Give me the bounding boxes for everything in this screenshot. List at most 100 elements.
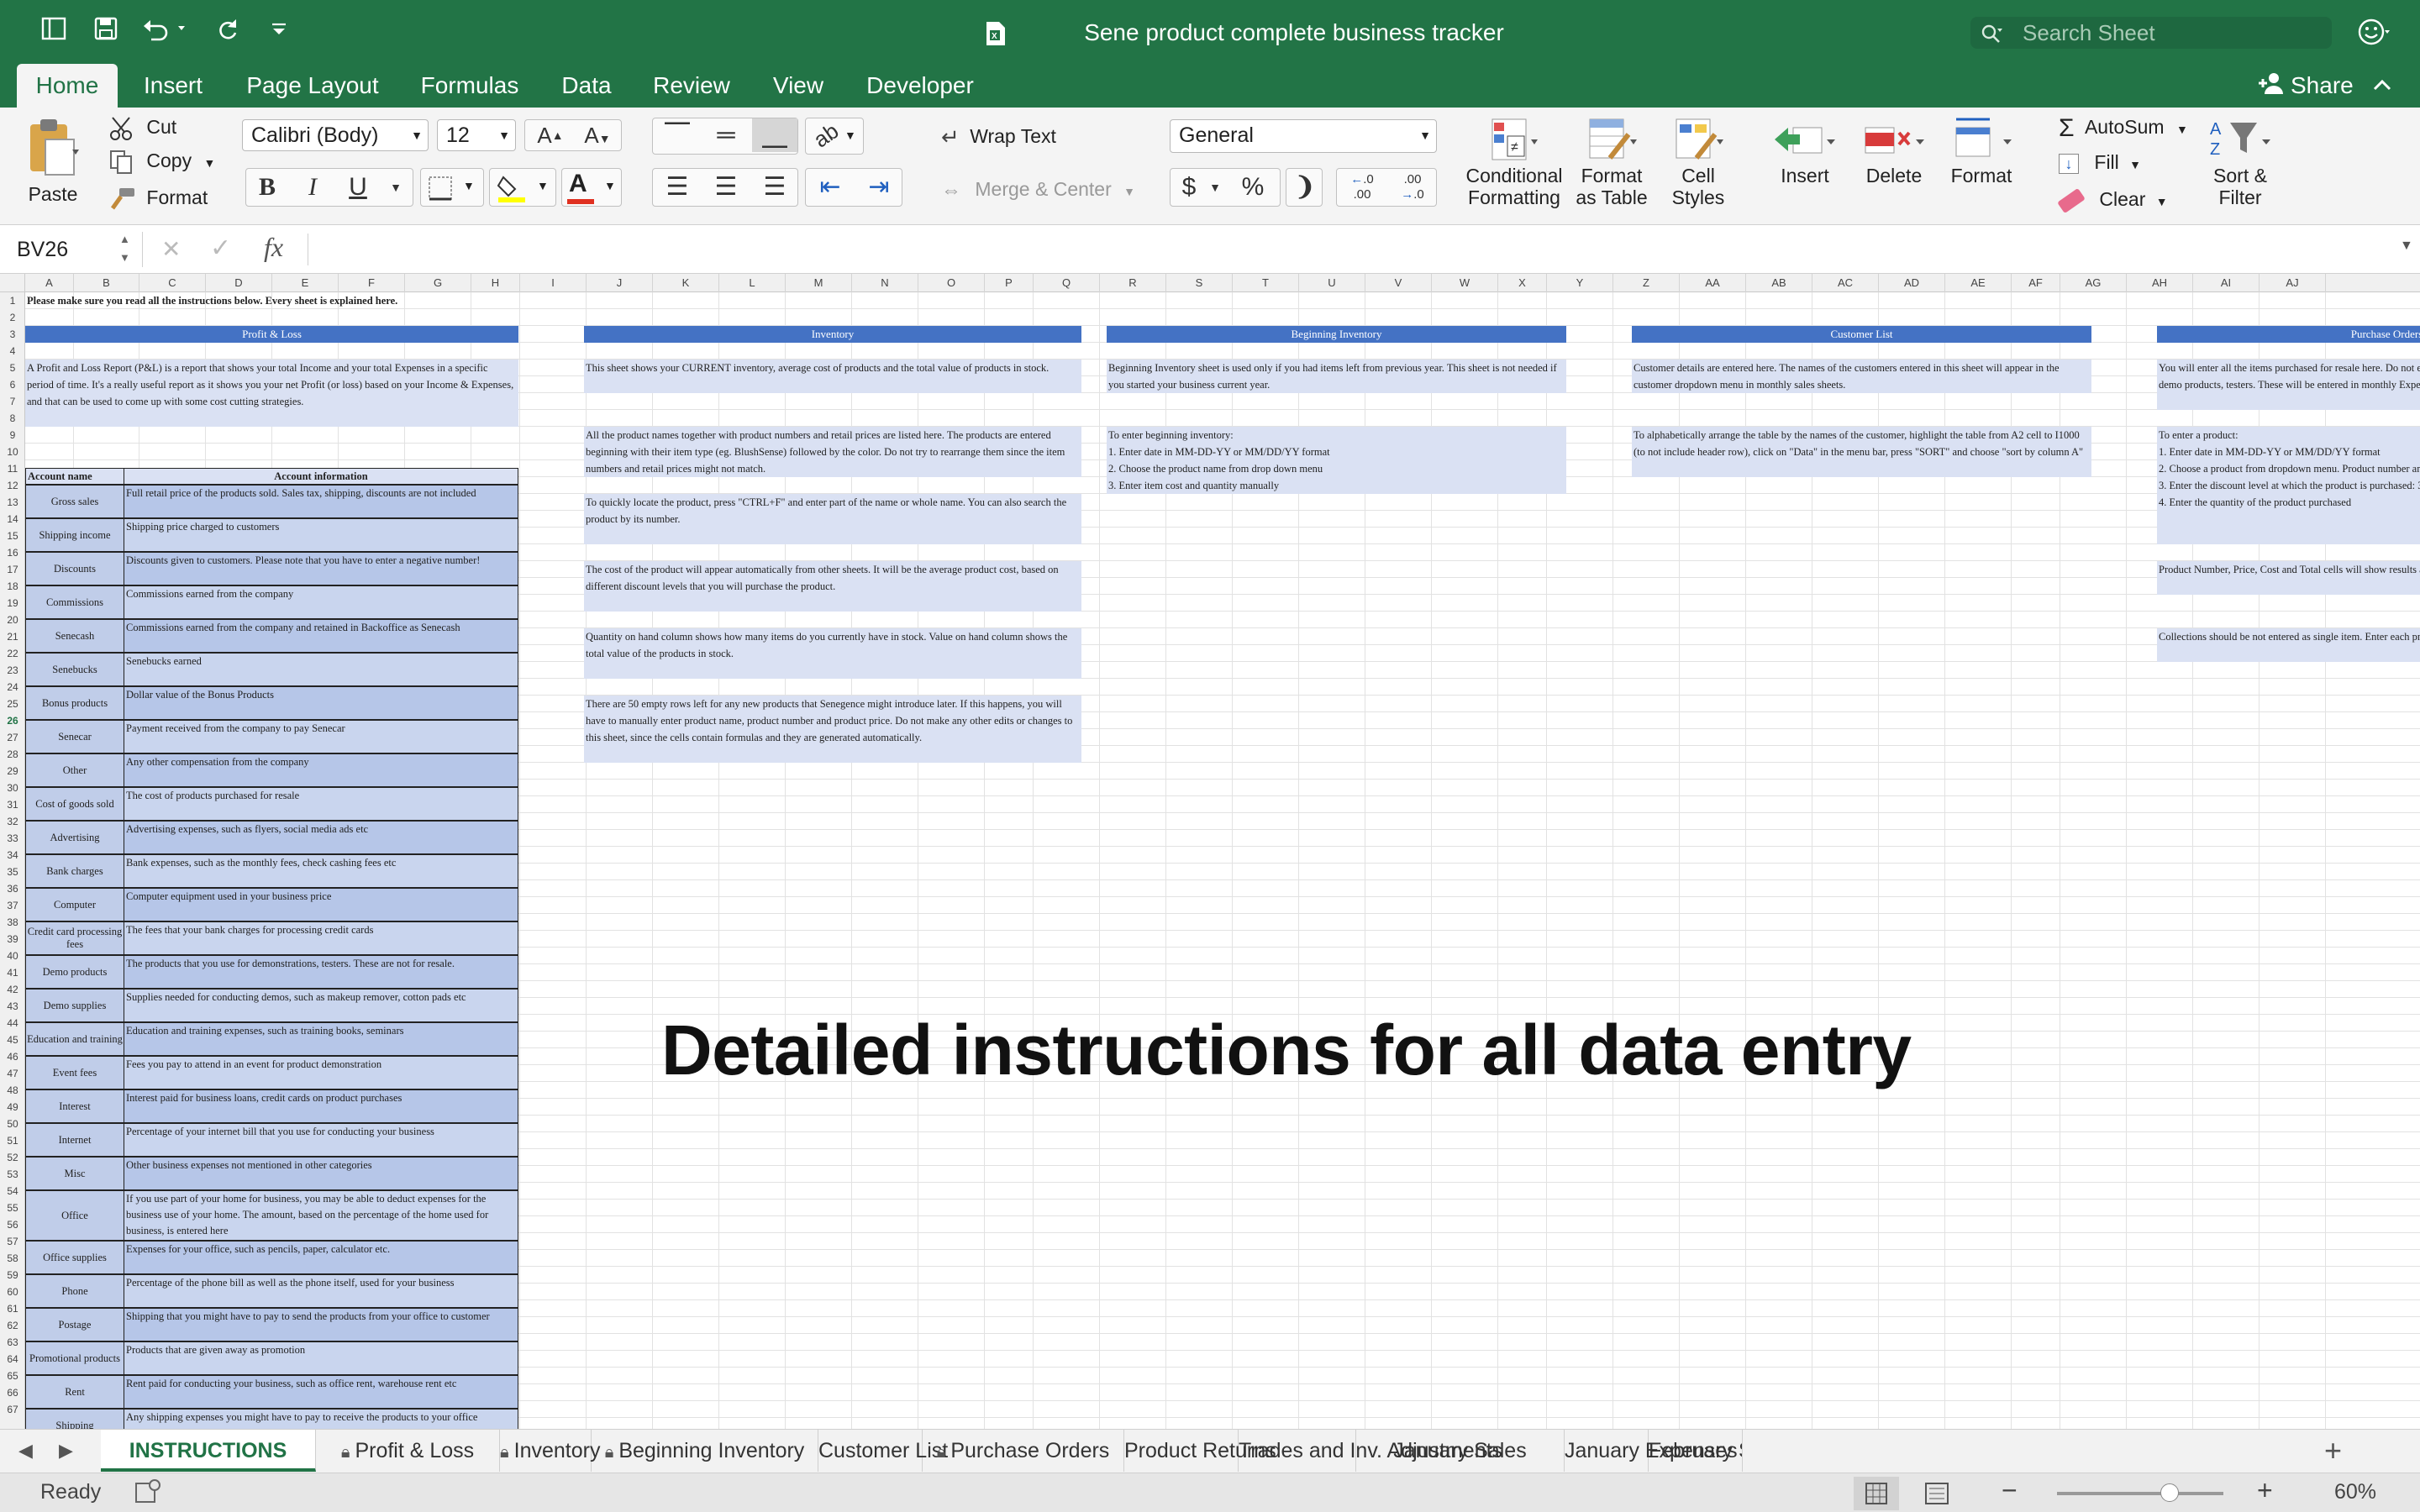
table-row[interactable]: Rent Rent paid for conducting your busine…	[25, 1375, 518, 1409]
worksheet-grid[interactable]: A B C D E F G H I J K L M N O P Q R S T U V W X Y Z AA AB AC AD AE AF AG…	[0, 274, 2420, 1429]
column-header-C[interactable]: C	[139, 274, 206, 292]
account-smiley-icon[interactable]	[2356, 15, 2390, 49]
table-row[interactable]: Education and training Education and trai…	[25, 1022, 518, 1056]
align-center-icon[interactable]: ☰	[703, 169, 749, 206]
row-header-46[interactable]: 46	[0, 1048, 25, 1065]
row-header-58[interactable]: 58	[0, 1250, 25, 1267]
row-header-62[interactable]: 62	[0, 1317, 25, 1334]
row-header-14[interactable]: 14	[0, 511, 25, 528]
sheet-tab[interactable]: Product Returns	[1124, 1430, 1276, 1472]
autosum-button[interactable]: Σ AutoSum ▼	[2059, 114, 2188, 143]
column-header-A[interactable]: A	[25, 274, 74, 292]
fill-color-button[interactable]: ▼	[489, 168, 556, 207]
zoom-slider-track[interactable]	[2057, 1492, 2223, 1495]
currency-icon[interactable]: $	[1172, 169, 1206, 206]
zoom-slider-thumb[interactable]	[2160, 1483, 2179, 1502]
row-header-26[interactable]: 26	[0, 712, 25, 729]
sheet-tab[interactable]: Customer List	[818, 1430, 948, 1472]
row-header-44[interactable]: 44	[0, 1015, 25, 1032]
borders-button[interactable]: ▼	[420, 168, 484, 207]
row-header-51[interactable]: 51	[0, 1132, 25, 1149]
row-header-34[interactable]: 34	[0, 847, 25, 864]
macro-record-icon[interactable]	[133, 1478, 161, 1509]
table-row[interactable]: Shipping Any shipping expenses you might …	[25, 1409, 518, 1429]
column-header-P[interactable]: P	[985, 274, 1034, 292]
table-row[interactable]: Other Any other compensation from the com…	[25, 753, 518, 787]
search-sheet-input[interactable]: Search Sheet	[1970, 17, 2332, 49]
zoom-in-icon[interactable]: +	[2257, 1475, 2273, 1506]
increase-decimal-icon[interactable]: ←.0.00	[1339, 172, 1386, 202]
column-header-Y[interactable]: Y	[1547, 274, 1613, 292]
clear-button[interactable]: Clear ▼	[2057, 187, 2168, 214]
row-header-9[interactable]: 9	[0, 427, 25, 444]
row-header-55[interactable]: 55	[0, 1200, 25, 1216]
table-row[interactable]: Internet Percentage of your internet bill…	[25, 1123, 518, 1157]
table-row[interactable]: Advertising Advertising expenses, such as…	[25, 821, 518, 854]
row-header-19[interactable]: 19	[0, 595, 25, 612]
tab-developer[interactable]: Developer	[857, 64, 983, 108]
row-header-1[interactable]: 1	[0, 292, 25, 309]
confirm-formula-icon[interactable]: ✓	[210, 234, 231, 263]
column-header-AI[interactable]: AI	[2193, 274, 2260, 292]
sort-filter-button[interactable]: AZ Sort & Filter	[2200, 116, 2281, 208]
column-header-W[interactable]: W	[1432, 274, 1498, 292]
column-header-H[interactable]: H	[471, 274, 520, 292]
column-header-X[interactable]: X	[1498, 274, 1547, 292]
sheet-tab[interactable]: January Sales	[1356, 1430, 1565, 1472]
column-header-AA[interactable]: AA	[1680, 274, 1746, 292]
row-header-13[interactable]: 13	[0, 494, 25, 511]
wrap-text-button[interactable]: ↵ Wrap Text	[941, 124, 1056, 150]
column-header-E[interactable]: E	[272, 274, 339, 292]
row-header-2[interactable]: 2	[0, 309, 25, 326]
row-header-33[interactable]: 33	[0, 830, 25, 847]
column-header-AE[interactable]: AE	[1945, 274, 2012, 292]
column-header-V[interactable]: V	[1365, 274, 1432, 292]
sheet-tab[interactable]: 🔒︎ Beginning Inventory	[592, 1430, 818, 1472]
column-header-G[interactable]: G	[405, 274, 471, 292]
cell-styles-button[interactable]: Cell Styles	[1662, 116, 1734, 208]
customize-toolbar-icon[interactable]	[262, 13, 296, 50]
row-header-31[interactable]: 31	[0, 796, 25, 813]
table-row[interactable]: Senebucks Senebucks earned	[25, 653, 518, 686]
row-header-57[interactable]: 57	[0, 1233, 25, 1250]
row-header-23[interactable]: 23	[0, 662, 25, 679]
delete-cells-button[interactable]: Delete	[1854, 116, 1934, 186]
row-header-38[interactable]: 38	[0, 914, 25, 931]
row-header-8[interactable]: 8	[0, 410, 25, 427]
add-sheet-icon[interactable]: +	[2324, 1433, 2342, 1468]
table-row[interactable]: Demo products The products that you use f…	[25, 955, 518, 989]
tab-view[interactable]: View	[763, 64, 834, 108]
row-header-48[interactable]: 48	[0, 1082, 25, 1099]
tab-review[interactable]: Review	[644, 64, 739, 108]
table-row[interactable]: Bonus products Dollar value of the Bonus …	[25, 686, 518, 720]
row-header-12[interactable]: 12	[0, 477, 25, 494]
undo-icon[interactable]	[139, 13, 190, 50]
row-header-10[interactable]: 10	[0, 444, 25, 460]
row-header-39[interactable]: 39	[0, 931, 25, 948]
tab-formulas[interactable]: Formulas	[412, 64, 528, 108]
decrease-decimal-icon[interactable]: .00 →.0	[1389, 172, 1436, 202]
table-row[interactable]: Event fees Fees you pay to attend in an e…	[25, 1056, 518, 1089]
row-header-37[interactable]: 37	[0, 897, 25, 914]
tab-page-layout[interactable]: Page Layout	[239, 64, 387, 108]
column-header-B[interactable]: B	[74, 274, 139, 292]
page-layout-view-icon[interactable]	[1916, 1477, 1958, 1510]
comma-style-button[interactable]: ❩	[1286, 168, 1323, 207]
font-name-select[interactable]: Calibri (Body) ▼	[242, 119, 429, 151]
row-header-17[interactable]: 17	[0, 561, 25, 578]
column-header-AF[interactable]: AF	[2012, 274, 2060, 292]
sheet-tab[interactable]: 🔒︎ Purchase Orders	[923, 1430, 1124, 1472]
row-header-63[interactable]: 63	[0, 1334, 25, 1351]
table-row[interactable]: Computer Computer equipment used in your …	[25, 888, 518, 921]
column-header-K[interactable]: K	[653, 274, 719, 292]
row-header-45[interactable]: 45	[0, 1032, 25, 1048]
tab-home[interactable]: Home	[17, 64, 118, 108]
sidebar-toggle-icon[interactable]	[37, 13, 71, 50]
row-header-6[interactable]: 6	[0, 376, 25, 393]
row-header-7[interactable]: 7	[0, 393, 25, 410]
insert-cells-button[interactable]: Insert	[1765, 116, 1845, 186]
column-header-M[interactable]: M	[786, 274, 852, 292]
sheet-tab[interactable]: 🔒︎ Inventory	[500, 1430, 600, 1472]
copy-dropdown-icon[interactable]: ▼	[203, 156, 215, 170]
font-color-button[interactable]: A ▼	[561, 168, 622, 207]
